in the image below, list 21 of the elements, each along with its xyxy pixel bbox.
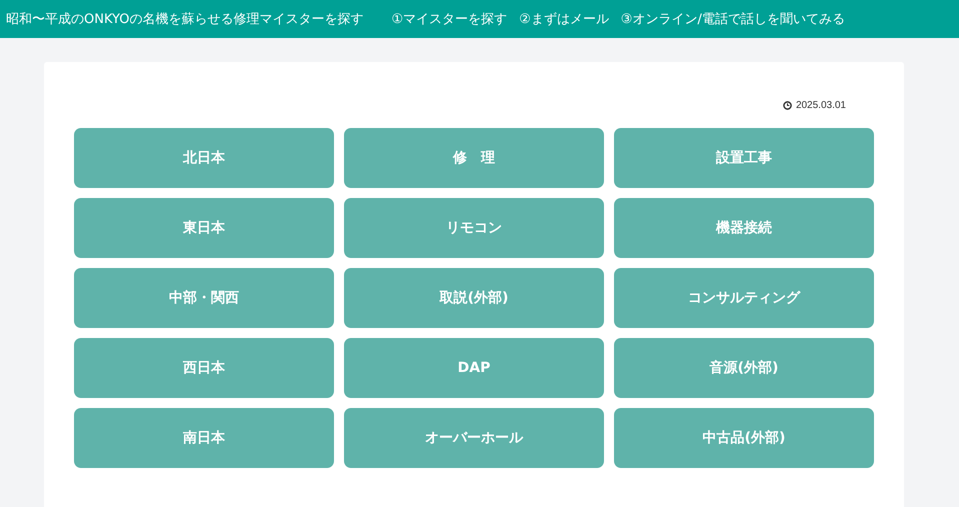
category-button[interactable]: 北日本 bbox=[74, 128, 334, 188]
category-button[interactable]: 東日本 bbox=[74, 198, 334, 258]
category-button[interactable]: 西日本 bbox=[74, 338, 334, 398]
category-button[interactable]: リモコン bbox=[344, 198, 604, 258]
category-button[interactable]: 機器接続 bbox=[614, 198, 874, 258]
category-button[interactable]: 取説(外部) bbox=[344, 268, 604, 328]
category-button[interactable]: オーバーホール bbox=[344, 408, 604, 468]
category-button[interactable]: 音源(外部) bbox=[614, 338, 874, 398]
site-title[interactable]: 昭和〜平成のONKYOの名機を蘇らせる修理マイスターを探す bbox=[6, 10, 364, 28]
nav-link[interactable]: ②まずはメール bbox=[519, 10, 609, 28]
category-button[interactable]: 中古品(外部) bbox=[614, 408, 874, 468]
category-button[interactable]: 修 理 bbox=[344, 128, 604, 188]
category-button[interactable]: 南日本 bbox=[74, 408, 334, 468]
category-button[interactable]: DAP bbox=[344, 338, 604, 398]
category-button[interactable]: 中部・関西 bbox=[74, 268, 334, 328]
nav-link[interactable]: ①マイスターを探す bbox=[391, 10, 508, 28]
category-button[interactable]: 設置工事 bbox=[614, 128, 874, 188]
category-button[interactable]: コンサルティング bbox=[614, 268, 874, 328]
post-date: 2025.03.01 bbox=[796, 100, 846, 110]
clock-icon bbox=[782, 100, 792, 110]
nav-link[interactable]: ③オンライン/電話で話しを聞いてみる bbox=[620, 10, 845, 28]
